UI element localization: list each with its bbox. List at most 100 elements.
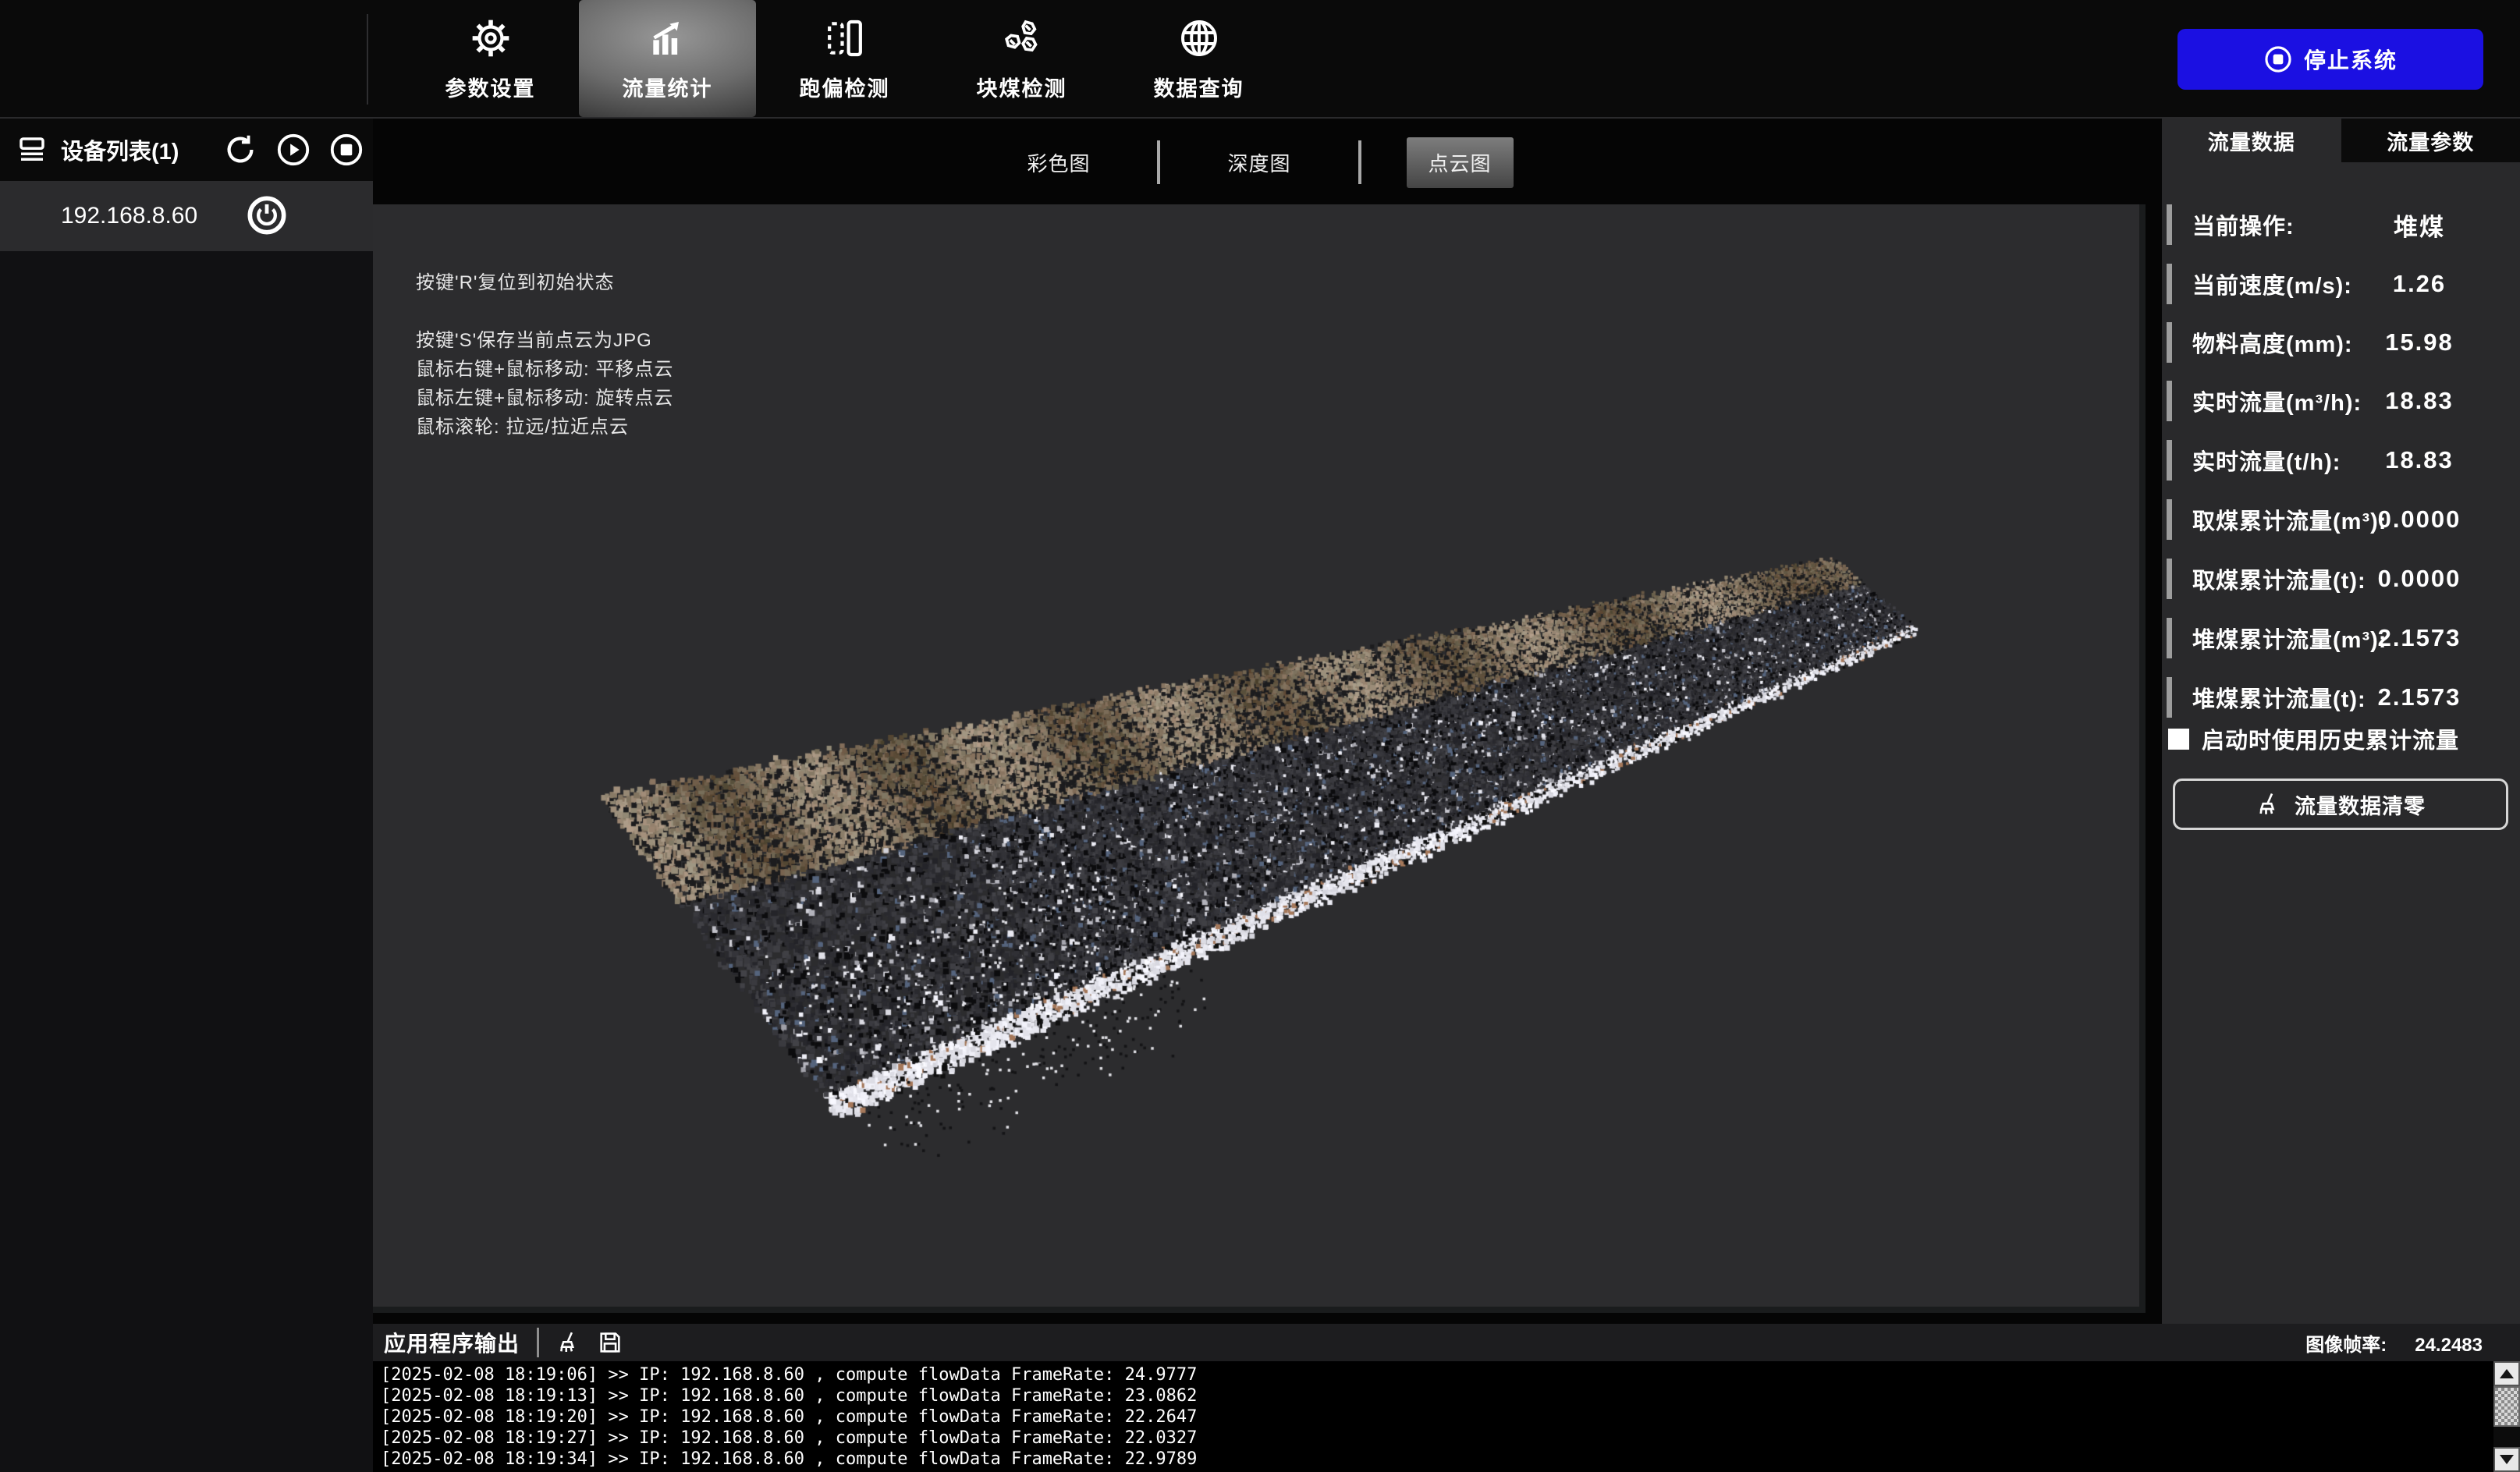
- start-device-button[interactable]: [275, 132, 311, 168]
- frame-rate-label: 图像帧率:: [2305, 1335, 2387, 1356]
- log-line: [2025-02-08 18:19:27] >> IP: 192.168.8.6…: [381, 1428, 2520, 1449]
- console-scrollbar[interactable]: [2493, 1361, 2520, 1472]
- coal-lump-icon: [999, 16, 1045, 61]
- flow-row-realtime-flow-m3h: 实时流量(m³/h): 18.83: [2162, 379, 2520, 423]
- device-list-icon: [16, 133, 48, 166]
- flow-data-panel: 当前操作: 堆煤 当前速度(m/s): 1.26 物料高度(mm): 15.98…: [2162, 162, 2520, 1324]
- stop-circle-icon: [2263, 44, 2293, 74]
- nav-item-data-query[interactable]: 数据查询: [1110, 0, 1287, 117]
- nav-label: 流量统计: [623, 72, 713, 102]
- row-accent-bar: [2167, 264, 2172, 304]
- log-console[interactable]: [2025-02-08 18:19:06] >> IP: 192.168.8.6…: [373, 1361, 2520, 1472]
- row-value: 1.26: [2326, 270, 2513, 298]
- clear-flow-data-button[interactable]: 流量数据清零: [2173, 779, 2508, 830]
- history-flow-checkbox-label: 启动时使用历史累计流量: [2202, 722, 2459, 755]
- row-accent-bar: [2167, 618, 2172, 658]
- scroll-up-button[interactable]: [2493, 1361, 2520, 1386]
- log-separator: [537, 1328, 539, 1357]
- device-list-header: 设备列表(1): [0, 119, 373, 181]
- broom-icon: [2256, 790, 2284, 818]
- stop-system-button[interactable]: 停止系统: [2177, 29, 2483, 90]
- row-value: 2.1573: [2326, 624, 2513, 652]
- history-flow-checkbox[interactable]: [2168, 729, 2189, 750]
- row-value: 15.98: [2326, 328, 2513, 356]
- row-value: 18.83: [2326, 387, 2513, 415]
- flow-row-current-operation: 当前操作: 堆煤: [2162, 203, 2520, 247]
- flow-row-reclaim-total-t: 取煤累计流量(t): 0.0000: [2162, 557, 2520, 601]
- nav-item-flow-statistics[interactable]: 流量统计: [579, 0, 756, 117]
- flow-row-realtime-flow-th: 实时流量(t/h): 18.83: [2162, 438, 2520, 482]
- power-icon[interactable]: [247, 195, 287, 238]
- row-value: 0.0000: [2326, 505, 2513, 534]
- row-accent-bar: [2167, 440, 2172, 481]
- frame-rate: 图像帧率: 24.2483: [2305, 1329, 2483, 1357]
- up-arrow-icon: [2500, 1369, 2514, 1378]
- tab-flow-parameters[interactable]: 流量参数: [2341, 119, 2520, 162]
- nav-label: 跑偏检测: [800, 72, 890, 102]
- row-accent-bar: [2167, 499, 2172, 540]
- row-accent-bar: [2167, 204, 2172, 245]
- flow-row-current-speed: 当前速度(m/s): 1.26: [2162, 262, 2520, 306]
- stop-system-label: 停止系统: [2304, 44, 2398, 75]
- nav-label: 参数设置: [445, 72, 536, 102]
- viewer-tab-bar: 彩色图 深度图 点云图: [373, 133, 2146, 192]
- row-value: 18.83: [2326, 446, 2513, 474]
- device-row[interactable]: 192.168.8.60: [0, 181, 373, 251]
- frame-rate-value: 24.2483: [2415, 1335, 2483, 1356]
- log-line: [2025-02-08 18:19:20] >> IP: 192.168.8.6…: [381, 1406, 2520, 1428]
- row-label: 当前操作:: [2192, 208, 2295, 241]
- row-label: 实时流量(t/h):: [2192, 444, 2341, 477]
- tab-separator: [1157, 140, 1160, 184]
- instruction-line: 鼠标右键+鼠标移动: 平移点云: [416, 355, 673, 384]
- row-accent-bar: [2167, 559, 2172, 599]
- nav-item-belt-deviation[interactable]: 跑偏检测: [756, 0, 933, 117]
- row-value: 2.1573: [2326, 683, 2513, 711]
- instruction-line: 按键'S'保存当前点云为JPG: [416, 326, 673, 355]
- tab-point-cloud[interactable]: 点云图: [1407, 137, 1514, 188]
- row-accent-bar: [2167, 322, 2172, 363]
- main-nav: 参数设置 流量统计 跑偏检测: [402, 0, 1287, 117]
- save-log-icon[interactable]: [597, 1329, 623, 1356]
- top-toolbar: 参数设置 流量统计 跑偏检测: [0, 0, 2520, 119]
- flow-row-stack-total-m3: 堆煤累计流量(m³): 2.1573: [2162, 616, 2520, 660]
- log-line: [2025-02-08 18:19:13] >> IP: 192.168.8.6…: [381, 1385, 2520, 1406]
- scrollbar-track[interactable]: [2493, 1427, 2520, 1447]
- clear-flow-data-label: 流量数据清零: [2295, 789, 2426, 820]
- flow-row-material-height: 物料高度(mm): 15.98: [2162, 321, 2520, 364]
- nav-label: 数据查询: [1154, 72, 1244, 102]
- down-arrow-icon: [2500, 1455, 2514, 1464]
- log-line: [2025-02-08 18:19:06] >> IP: 192.168.8.6…: [381, 1364, 2520, 1385]
- viewer-instructions: 按键'R'复位到初始状态 按键'S'保存当前点云为JPG 鼠标右键+鼠标移动: …: [416, 268, 673, 442]
- stop-device-button[interactable]: [328, 132, 364, 168]
- scrollbar-thumb[interactable]: [2493, 1386, 2520, 1427]
- row-value: 堆煤: [2326, 207, 2513, 243]
- nav-item-coal-lump-detection[interactable]: 块煤检测: [933, 0, 1110, 117]
- tab-color-image[interactable]: 彩色图: [1005, 137, 1112, 188]
- belt-deviation-icon: [822, 16, 868, 61]
- refresh-devices-button[interactable]: [222, 132, 258, 168]
- tab-flow-data[interactable]: 流量数据: [2162, 119, 2341, 162]
- scroll-down-button[interactable]: [2493, 1447, 2520, 1472]
- row-accent-bar: [2167, 677, 2172, 718]
- row-accent-bar: [2167, 381, 2172, 421]
- tab-separator: [1358, 140, 1361, 184]
- log-line: [2025-02-08 18:19:34] >> IP: 192.168.8.6…: [381, 1449, 2520, 1470]
- globe-icon: [1177, 16, 1222, 61]
- nav-item-parameter-settings[interactable]: 参数设置: [402, 0, 579, 117]
- log-title: 应用程序输出: [384, 1327, 520, 1358]
- nav-label: 块煤检测: [977, 72, 1067, 102]
- tab-depth-image[interactable]: 深度图: [1205, 137, 1312, 188]
- row-value: 0.0000: [2326, 565, 2513, 593]
- device-sidebar: 设备列表(1) 192.168.8.60: [0, 119, 373, 1472]
- flow-chart-icon: [645, 16, 690, 61]
- instruction-line: 鼠标左键+鼠标移动: 旋转点云: [416, 384, 673, 413]
- gear-icon: [468, 16, 513, 61]
- device-ip: 192.168.8.60: [61, 203, 247, 229]
- instruction-line: 鼠标滚轮: 拉远/拉近点云: [416, 413, 673, 442]
- toolbar-divider: [367, 14, 368, 105]
- device-list-title: 设备列表(1): [61, 133, 179, 166]
- point-cloud-viewer[interactable]: 按键'R'复位到初始状态 按键'S'保存当前点云为JPG 鼠标右键+鼠标移动: …: [373, 204, 2146, 1313]
- flow-panel-tabs: 流量数据 流量参数: [2162, 119, 2520, 162]
- clear-log-icon[interactable]: [556, 1329, 583, 1356]
- instruction-line: 按键'R'复位到初始状态: [416, 268, 673, 297]
